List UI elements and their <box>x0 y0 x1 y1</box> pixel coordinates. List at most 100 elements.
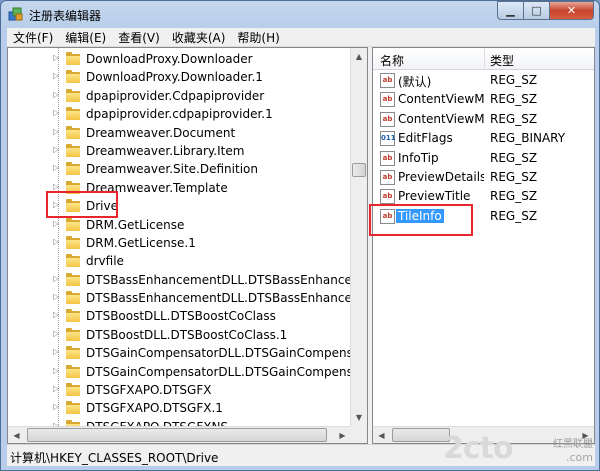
key-tree: ▷ DownloadProxy.Downloader ▷ DownloadProxy.… <box>8 50 367 436</box>
folder-icon <box>65 327 81 342</box>
value-row[interactable]: ab (默认) REG_SZ <box>373 71 594 90</box>
tree-item[interactable]: ▷ DownloadProxy.Downloader.1 <box>8 68 351 86</box>
tree-item[interactable]: ▷ DRM.GetLicense.1 <box>8 234 351 252</box>
expand-arrow-icon[interactable]: ▷ <box>53 347 61 357</box>
tree-horizontal-scrollbar[interactable]: ◀ ▶ <box>8 426 351 443</box>
registry-editor-window: 注册表编辑器 ▁ □ ✕ 文件(F) 编辑(E) 查看(V) 收藏夹(A) 帮助… <box>0 0 600 471</box>
tree-item[interactable]: ▷ DTSGFXAPO.DTSGFX <box>8 381 351 399</box>
value-row[interactable]: abContentViewM... REG_SZ <box>373 90 594 109</box>
value-row[interactable]: ab InfoTip REG_SZ <box>373 149 594 168</box>
tree-item-label: dpapiprovider.Cdpapiprovider <box>86 88 265 103</box>
main-panes: ▷ DownloadProxy.Downloader ▷ DownloadProxy.… <box>7 47 595 444</box>
expand-arrow-icon[interactable]: ▷ <box>53 71 61 81</box>
expand-arrow-icon[interactable]: ▷ <box>53 402 61 412</box>
expand-arrow-icon[interactable]: ▷ <box>53 292 61 302</box>
value-row[interactable]: ab PreviewDetails REG_SZ <box>373 168 594 187</box>
value-type: REG_SZ <box>490 150 538 165</box>
expand-arrow-icon[interactable]: ▷ <box>53 127 61 137</box>
title-bar[interactable]: 注册表编辑器 ▁ □ ✕ <box>1 1 599 28</box>
tree-vertical-scrollbar[interactable]: ▲ ▼ <box>350 48 367 426</box>
tree-item-label: DRM.GetLicense.1 <box>86 235 196 250</box>
expand-arrow-icon[interactable]: ▷ <box>53 366 61 376</box>
scroll-left-arrow-icon[interactable]: ◀ <box>373 427 390 443</box>
values-hscroll-thumb[interactable] <box>392 428 450 442</box>
values-column-header: 名称 类型 <box>373 48 594 70</box>
minimize-button[interactable]: ▁ <box>497 1 524 20</box>
string-value-icon: ab <box>380 170 395 185</box>
value-row[interactable]: 011 EditFlags REG_BINARY <box>373 129 594 148</box>
value-type: REG_BINARY <box>490 131 566 146</box>
expand-arrow-icon[interactable]: ▷ <box>53 53 61 63</box>
tree-hscroll-thumb[interactable] <box>27 428 327 442</box>
tree-item[interactable]: ▷ DTSGainCompensatorDLL.DTSGainCompensato <box>8 363 367 381</box>
expand-arrow-icon[interactable]: ▷ <box>53 145 61 155</box>
tree-item[interactable]: drvfile <box>8 252 351 270</box>
expand-arrow-icon[interactable]: ▷ <box>53 163 61 173</box>
expand-arrow-icon[interactable]: ▷ <box>53 329 61 339</box>
tree-item[interactable]: ▷ DRM.GetLicense <box>8 216 351 234</box>
tree-item-label: Dreamweaver.Site.Definition <box>86 162 258 177</box>
string-value-icon: ab <box>380 111 395 127</box>
expand-arrow-icon[interactable]: ▷ <box>53 310 61 320</box>
tree-vscroll-thumb[interactable] <box>352 163 366 177</box>
tree-item[interactable]: ▷ DTSGFXAPO.DTSGFX.1 <box>8 399 351 417</box>
scroll-right-arrow-icon[interactable]: ▶ <box>334 427 351 443</box>
tree-item[interactable]: ▷ DTSBassEnhancementDLL.DTSBassEnhancem.1 <box>8 271 367 289</box>
value-type: REG_SZ <box>490 189 538 204</box>
value-name: PreviewDetails <box>398 170 484 184</box>
scroll-corner <box>350 426 367 443</box>
expand-arrow-icon[interactable]: ▷ <box>53 108 61 118</box>
folder-icon <box>65 309 81 323</box>
tree-item[interactable]: ▷ Dreamweaver.Document <box>8 124 351 142</box>
tree-item[interactable]: ▷ dpapiprovider.Cdpapiprovider <box>8 87 351 105</box>
key-tree-pane[interactable]: ▷ DownloadProxy.Downloader ▷ DownloadProxy.… <box>7 47 368 444</box>
scroll-up-arrow-icon[interactable]: ▲ <box>351 48 367 65</box>
value-row[interactable]: abContentViewM... REG_SZ <box>373 110 594 129</box>
expand-arrow-icon[interactable]: ▷ <box>53 274 61 284</box>
value-name: (默认) <box>398 75 432 89</box>
column-name-header[interactable]: 名称 <box>380 52 404 69</box>
folder-icon <box>65 88 81 103</box>
drive-highlight-box <box>46 191 118 218</box>
tree-item[interactable]: ▷ DownloadProxy.Downloader <box>8 50 351 68</box>
tileinfo-highlight-box <box>369 204 473 236</box>
column-type-header[interactable]: 类型 <box>490 52 514 69</box>
expand-arrow-icon[interactable]: ▷ <box>53 219 61 229</box>
menu-edit[interactable]: 编辑(E) <box>59 29 112 46</box>
menu-file[interactable]: 文件(F) <box>7 29 59 46</box>
expand-arrow-icon[interactable]: ▷ <box>53 90 61 100</box>
value-name: ContentViewM... <box>398 111 484 126</box>
close-button[interactable]: ✕ <box>550 1 594 20</box>
watermark-subtext: 红黑联盟 <box>553 439 593 450</box>
value-name: InfoTip <box>398 150 439 165</box>
tree-item[interactable]: ▷ Dreamweaver.Library.Item <box>8 142 351 160</box>
tree-item[interactable]: ▷ dpapiprovider.cdpapiprovider.1 <box>8 105 351 123</box>
menu-help[interactable]: 帮助(H) <box>231 29 285 46</box>
tree-item[interactable]: ▷ Dreamweaver.Site.Definition <box>8 160 351 178</box>
tree-item[interactable]: ▷ DTSGainCompensatorDLL.DTSGainCompensa.1 <box>8 344 367 362</box>
column-separator[interactable] <box>484 48 485 70</box>
folder-icon <box>65 254 81 268</box>
folder-icon <box>65 107 81 121</box>
folder-icon <box>65 272 81 287</box>
menu-favorites[interactable]: 收藏夹(A) <box>166 29 232 46</box>
tree-item[interactable]: ▷ DTSBoostDLL.DTSBoostCoClass.1 <box>8 326 351 344</box>
folder-icon <box>65 52 81 66</box>
tree-item[interactable]: ▷ DTSBassEnhancementDLL.DTSBassEnhancemen <box>8 289 367 307</box>
maximize-button[interactable]: □ <box>524 1 550 20</box>
window-controls: ▁ □ ✕ <box>497 1 594 21</box>
values-pane[interactable]: 名称 类型 ab(默认)REG_SZabContentViewM...REG_S… <box>372 47 595 444</box>
scroll-down-arrow-icon[interactable]: ▼ <box>351 409 367 426</box>
folder-icon <box>65 70 81 84</box>
value-type: REG_SZ <box>490 73 538 87</box>
string-value-icon: ab <box>380 150 395 166</box>
tree-item[interactable]: ▷ DTSBoostDLL.DTSBoostCoClass <box>8 307 351 325</box>
expand-arrow-icon[interactable]: ▷ <box>53 384 61 394</box>
string-value-icon: ab <box>380 92 395 108</box>
menu-view[interactable]: 查看(V) <box>112 29 166 46</box>
tree-item-label: DTSGFXAPO.DTSGFX.1 <box>86 401 223 416</box>
scroll-left-arrow-icon[interactable]: ◀ <box>8 427 25 443</box>
folder-icon <box>65 401 81 415</box>
expand-arrow-icon[interactable]: ▷ <box>53 237 61 247</box>
tree-item-label: Dreamweaver.Library.Item <box>86 143 245 158</box>
